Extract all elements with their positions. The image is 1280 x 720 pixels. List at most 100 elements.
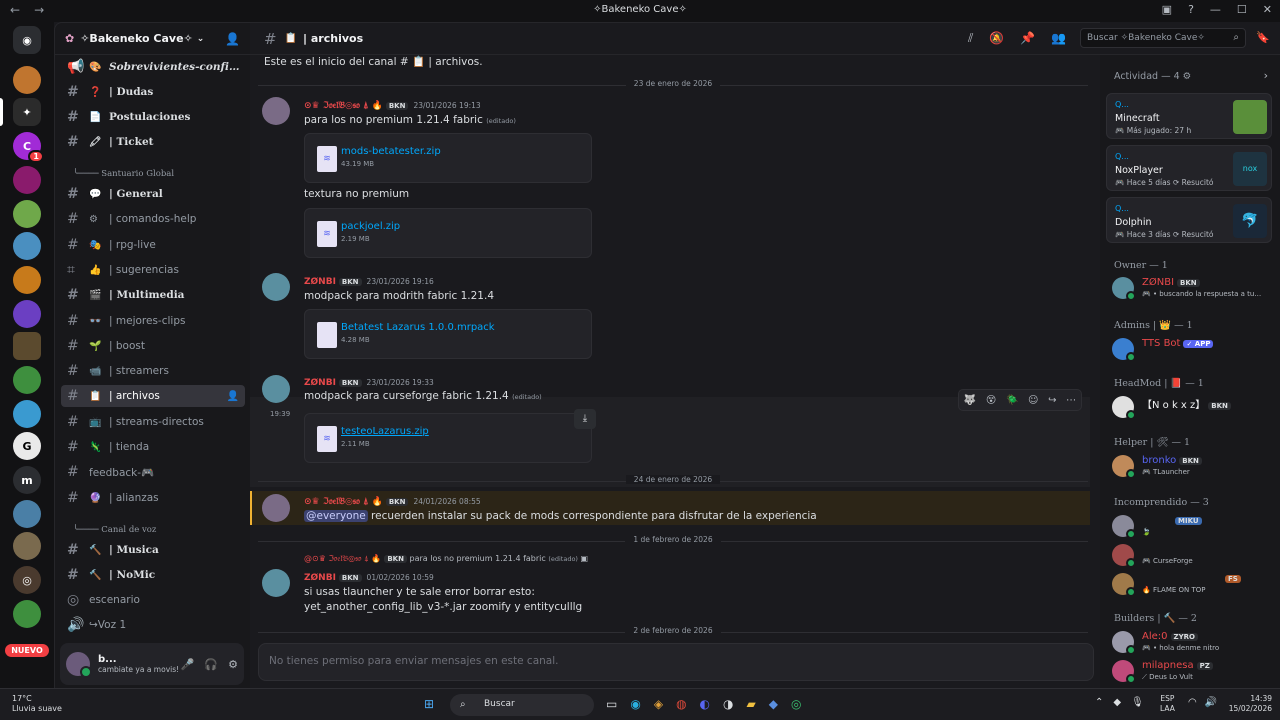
tray-app-icon[interactable]: ◆ [1113, 697, 1121, 708]
channel-item[interactable]: # 🔨 | Musica [61, 539, 245, 561]
server-icon[interactable] [13, 400, 41, 428]
member-item[interactable]: FS 🔥 FLAME ON TOP [1112, 571, 1272, 599]
file-name-link[interactable]: packjoel.zip [341, 221, 400, 232]
server-icon[interactable] [13, 66, 41, 94]
more-icon[interactable]: ⋯ [1066, 395, 1076, 406]
channel-item[interactable]: # 🌱 | boost [61, 335, 245, 357]
channel-item[interactable]: # ❓ | Dudas [61, 81, 245, 103]
file-attachment[interactable]: ≋ testeoLazarus.zip 2.11 MB [304, 413, 592, 463]
avatar[interactable] [262, 569, 290, 597]
server-icon-bakeneko[interactable]: ✦ [13, 98, 41, 126]
avatar[interactable] [66, 652, 92, 678]
avatar[interactable] [262, 494, 290, 522]
reaction-icon[interactable]: 🐺 [964, 395, 976, 406]
task-view-icon[interactable]: ▭ [606, 697, 617, 711]
taskbar-search[interactable]: Buscar [450, 694, 594, 716]
channel-item[interactable]: # 🎬 | Multimedia [61, 284, 245, 306]
member-item[interactable]: Ale:0 ZYRO 🎮 • hola denme nitro [1112, 629, 1272, 657]
reply-preview[interactable]: @⊙♛ ℑ𝔬𝔢𝔩𝔅◎𝔰𝔬 ⍋ 🔥 BKN para los no premium … [304, 554, 588, 564]
clock[interactable]: 14:39 15/02/2026 [1220, 694, 1272, 714]
reaction-icon[interactable]: 🪲 [1006, 395, 1018, 406]
activity-card[interactable]: Q... Dolphin 🎮 Hace 3 días ⟳ Resucitó 🐬 [1106, 197, 1272, 243]
mic-tray-icon[interactable]: 🎙 [1131, 697, 1144, 708]
mute-icon[interactable]: 🔕 [989, 31, 1004, 46]
file-name-link[interactable]: Betatest Lazarus 1.0.0.mrpack [341, 322, 495, 333]
channel-item[interactable]: ⌗ 👍 | sugerencias [61, 259, 245, 281]
member-item[interactable]: ZØNBI BKN 🎮 • buscando la respuesta a tu… [1112, 275, 1272, 303]
avatar[interactable] [262, 273, 290, 301]
edge-icon[interactable]: ◉ [630, 697, 640, 711]
server-icon[interactable]: ◎ [13, 566, 41, 594]
wifi-icon[interactable]: ◠ [1188, 697, 1197, 708]
member-item[interactable]: 🎮 CurseForge [1112, 542, 1272, 570]
server-icon[interactable]: C1 [13, 132, 44, 163]
message-author[interactable]: ZØNBI BKN 23/01/2026 19:16 [304, 277, 434, 287]
everyone-mention[interactable]: @everyone [304, 510, 368, 522]
channel-item[interactable]: # ⚙ | comandos-help [61, 208, 245, 230]
avatar[interactable] [262, 375, 290, 403]
server-icon[interactable]: m [13, 466, 41, 494]
member-item[interactable]: milapnesa PZ ⟋ Deus Lo Vult [1112, 658, 1272, 686]
server-icon[interactable]: G [13, 432, 41, 460]
app-icon[interactable]: ◆ [769, 697, 778, 711]
weather-widget[interactable]: 17°C Lluvia suave [12, 694, 62, 714]
activity-card[interactable]: Q... Minecraft 🎮 Más jugado: 27 h [1106, 93, 1272, 139]
server-icon[interactable] [13, 500, 41, 528]
file-explorer-icon[interactable]: ▰ [747, 697, 756, 711]
inbox-icon[interactable]: 🔖 [1256, 31, 1270, 44]
member-item[interactable]: TTS Bot ✓ APP [1112, 336, 1272, 364]
threads-icon[interactable]: ⫽ [968, 31, 973, 46]
headphones-icon[interactable]: 🎧 [204, 658, 218, 671]
volume-icon[interactable]: 🔊 [1205, 697, 1217, 708]
channel-item[interactable]: # 🎭 | rpg-live [61, 234, 245, 256]
message-author[interactable]: ZØNBI BKN 23/01/2026 19:33 [304, 378, 434, 388]
server-icon[interactable] [13, 266, 41, 294]
file-name-link[interactable]: testeoLazarus.zip [341, 426, 429, 437]
server-icon[interactable] [13, 600, 41, 628]
app-icon[interactable]: ◑ [723, 697, 733, 711]
search-input[interactable]: Buscar ✧Bakeneko Cave✧ ⌕ [1080, 28, 1246, 48]
stage-channel[interactable]: ◎ escenario [61, 589, 245, 611]
pin-icon[interactable]: 📌 [1020, 31, 1035, 46]
channel-item[interactable]: # 💬 | General [61, 183, 245, 205]
server-icon[interactable] [13, 532, 41, 560]
member-item[interactable]: 【N o k x z】 BKN [1112, 394, 1272, 422]
member-item[interactable]: MIKU 🍃 [1112, 513, 1272, 541]
minimize-button[interactable]: — [1210, 3, 1221, 16]
file-name-link[interactable]: mods-betatester.zip [341, 146, 441, 157]
channel-item[interactable]: # 🔨 | NoMic [61, 564, 245, 586]
mic-icon[interactable]: 🎤 [181, 658, 195, 671]
reaction-icon[interactable]: 😵 [986, 395, 996, 406]
channel-item[interactable]: # 👓 | mejores-clips [61, 310, 245, 332]
forward-icon[interactable]: ↪ [1048, 395, 1056, 406]
maximize-button[interactable]: ☐ [1237, 3, 1247, 16]
member-item[interactable]: bronko BKN 🎮 TLauncher [1112, 453, 1272, 481]
server-icon[interactable] [13, 200, 41, 228]
download-icon[interactable]: ⤓ [574, 409, 596, 429]
avatar[interactable] [262, 97, 290, 125]
server-icon[interactable] [13, 332, 41, 360]
language-indicator[interactable]: ESP LAA [1160, 694, 1175, 714]
windows-start-icon[interactable]: ⊞ [424, 697, 434, 711]
channel-item-archivos[interactable]: # 📋 | archivos 👤 [61, 385, 245, 407]
discord-home-icon[interactable]: ◉ [13, 26, 41, 54]
message-composer[interactable]: No tienes permiso para enviar mensajes e… [258, 643, 1094, 681]
channel-item[interactable]: # 🦎 | tienda [61, 436, 245, 458]
category-voz[interactable]: ╰──── Canal de voz [73, 525, 156, 535]
message-author[interactable]: ZØNBI BKN 01/02/2026 10:59 [304, 573, 434, 583]
file-attachment[interactable]: ≋ packjoel.zip 2.19 MB [304, 208, 592, 258]
add-user-icon[interactable]: 👤 [225, 32, 240, 46]
channel-item[interactable]: # 📺 | streams-directos [61, 411, 245, 433]
message-author[interactable]: ⊙♛ ℑ𝔬𝔢𝔩𝔅◎𝔰𝔬 ⍋ 🔥 BKN 24/01/2026 08:55 [304, 497, 481, 507]
server-icon[interactable] [13, 232, 41, 260]
server-icon[interactable] [13, 366, 41, 394]
chevron-up-icon[interactable]: ⌃ [1095, 697, 1103, 708]
channel-item[interactable]: # 🔮 | alianzas [61, 487, 245, 509]
inbox-window-icon[interactable]: ▣ [1162, 3, 1172, 16]
channel-item[interactable]: # 📄 Postulaciones [61, 106, 245, 128]
channel-item[interactable]: # 🖍 | Ticket [61, 131, 245, 153]
server-icon[interactable] [13, 166, 41, 194]
app-icon[interactable]: ◎ [791, 697, 801, 711]
server-icon[interactable] [13, 300, 41, 328]
message-author[interactable]: ⊙♛ ℑ𝔬𝔢𝔩𝔅◎𝔰𝔬 ⍋ 🔥 BKN 23/01/2026 19:13 [304, 101, 481, 111]
